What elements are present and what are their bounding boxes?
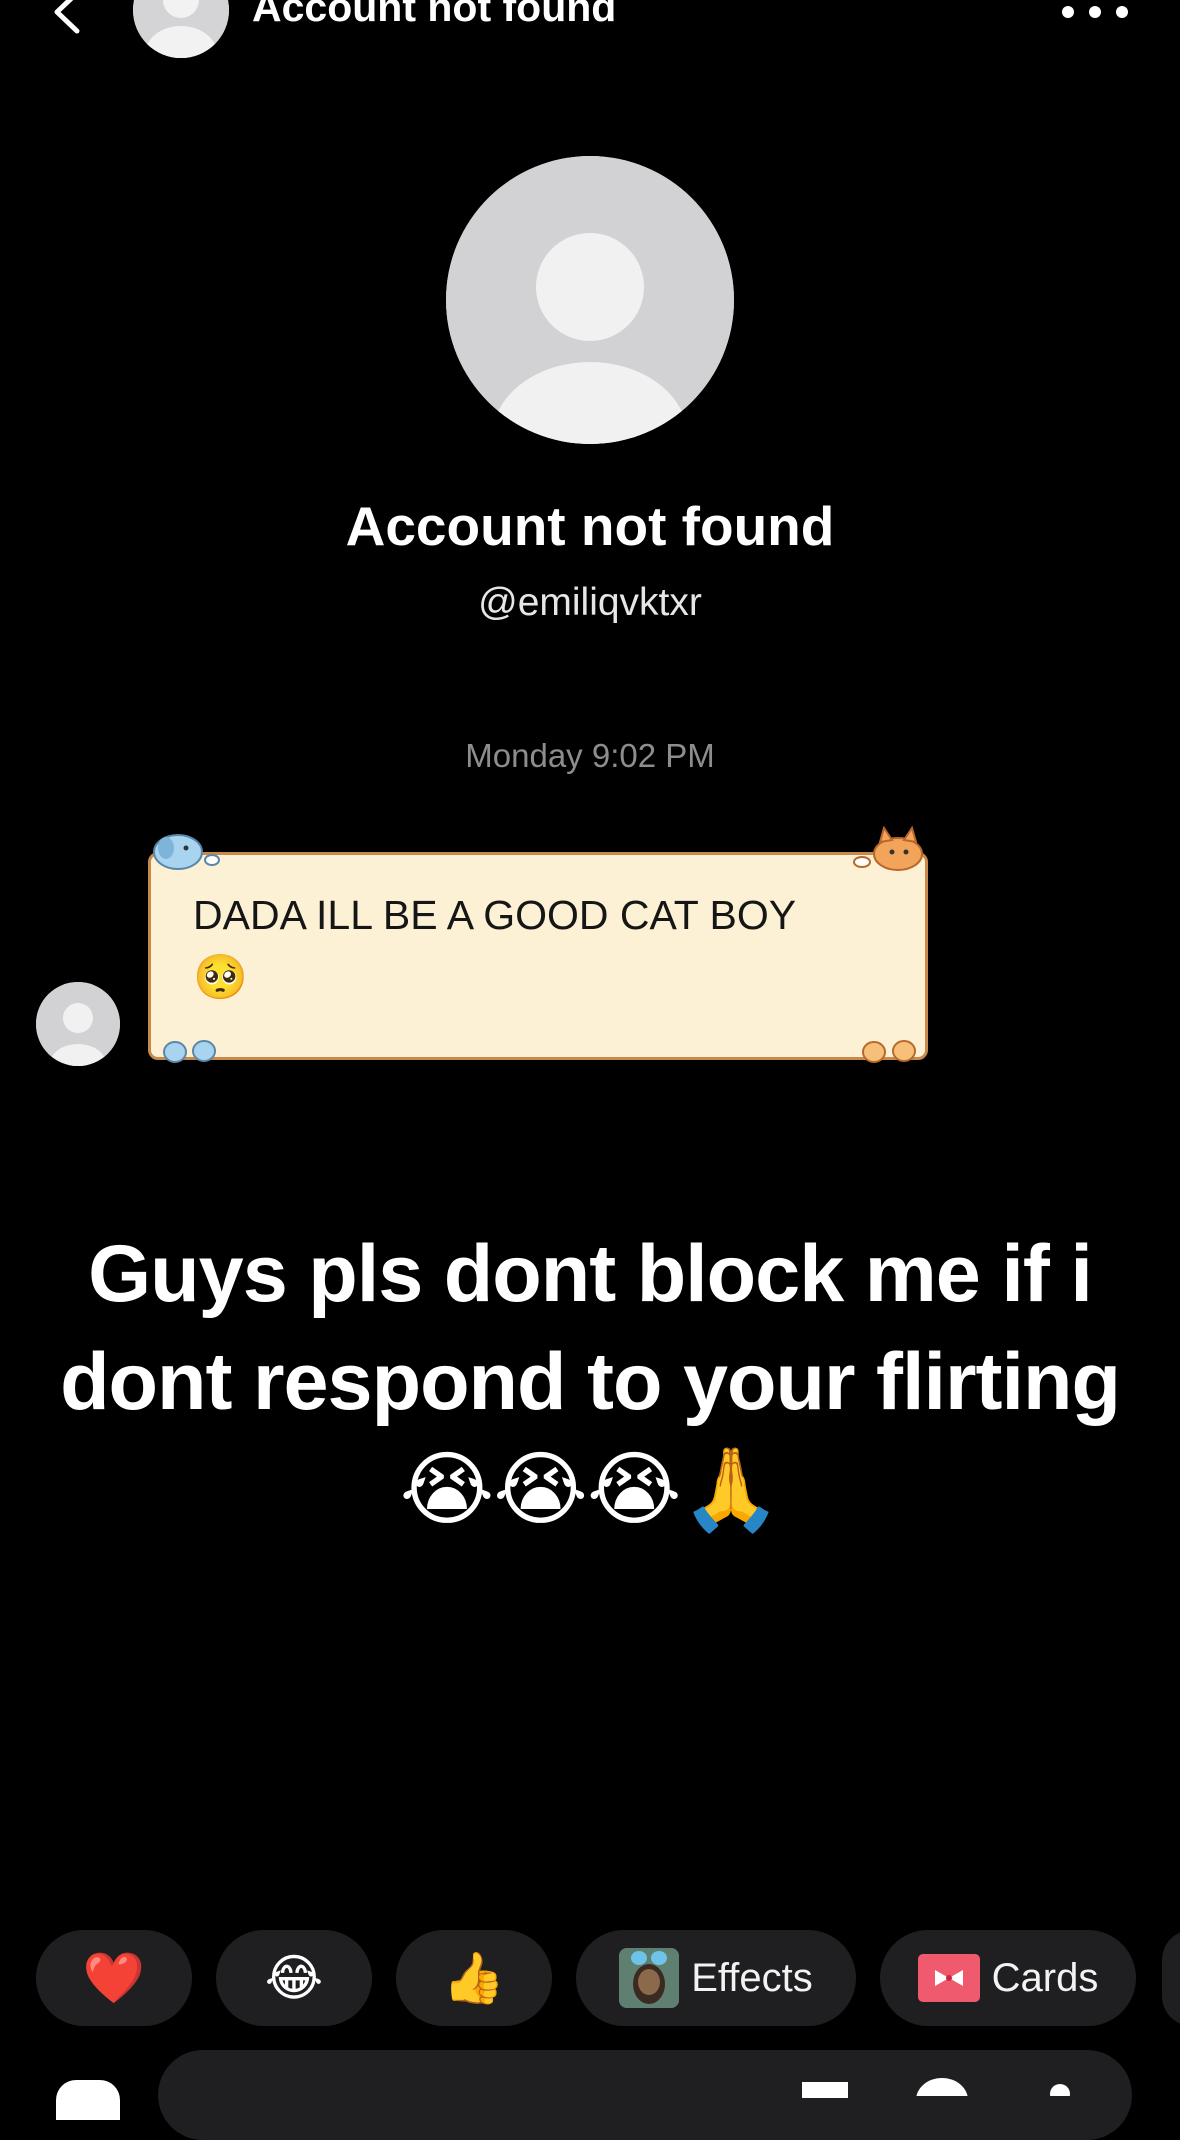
message-input[interactable] [158, 2050, 1132, 2140]
profile-avatar[interactable] [446, 156, 734, 444]
cards-label: Cards [991, 1956, 1099, 2000]
image-icon[interactable] [800, 2078, 850, 2098]
effects-label: Effects [691, 1956, 813, 2000]
camera-icon[interactable] [56, 2080, 120, 2120]
thumbs-up-icon: 👍 [442, 1950, 506, 2006]
profile-name: Account not found [345, 495, 835, 557]
back-button[interactable] [40, 0, 92, 42]
gift-card-icon [917, 1954, 980, 2002]
effects-button[interactable]: Effects [576, 1930, 856, 2026]
header-title[interactable]: Account not found [252, 0, 616, 32]
cat-sticker-icon [853, 826, 923, 871]
message-emoji: 🥺 [193, 953, 248, 1002]
message-bubble[interactable]: DADA ILL BE A GOOD CAT BOY 🥺 [148, 852, 928, 1060]
sender-avatar[interactable] [36, 982, 120, 1066]
laugh-reaction-button[interactable]: 😂 [216, 1930, 372, 2026]
more-dot [1116, 6, 1128, 18]
effects-thumbnail-icon [619, 1948, 680, 2008]
message-timestamp: Monday 9:02 PM [465, 737, 715, 774]
header-avatar[interactable] [133, 0, 229, 58]
blue-paws-icon [163, 1040, 216, 1063]
profile-handle[interactable]: @emiliqvktxr [0, 578, 1180, 628]
puppy-sticker-icon [153, 834, 220, 870]
default-avatar-icon [446, 156, 734, 444]
thumbs-up-reaction-button[interactable]: 👍 [396, 1930, 552, 2026]
message-text: DADA ILL BE A GOOD CAT BOY [193, 892, 797, 938]
more-horizontal-icon [1062, 6, 1074, 18]
more-options-button[interactable] [1062, 0, 1128, 30]
heart-icon: ❤️ [82, 1950, 146, 2006]
orange-paws-icon [862, 1040, 916, 1063]
top-bar: Account not found [0, 0, 1180, 70]
quick-reaction-bar: ❤️ 😂 👍 Effects Cards [0, 1930, 1180, 2026]
microphone-icon[interactable] [1048, 2080, 1072, 2096]
emoji-icon[interactable] [912, 2076, 972, 2096]
video-caption-overlay: Guys pls dont block me if i dont respond… [60, 1229, 1121, 1535]
chevron-left-icon [54, 0, 80, 34]
default-avatar-icon [133, 0, 229, 58]
laughing-emoji-icon: 😂 [264, 1950, 324, 2006]
more-dot [1089, 6, 1101, 18]
more-quick-actions-button[interactable] [1162, 1930, 1180, 2026]
heart-reaction-button[interactable]: ❤️ [36, 1930, 192, 2026]
cards-button[interactable]: Cards [880, 1930, 1136, 2026]
default-avatar-icon [36, 982, 120, 1066]
